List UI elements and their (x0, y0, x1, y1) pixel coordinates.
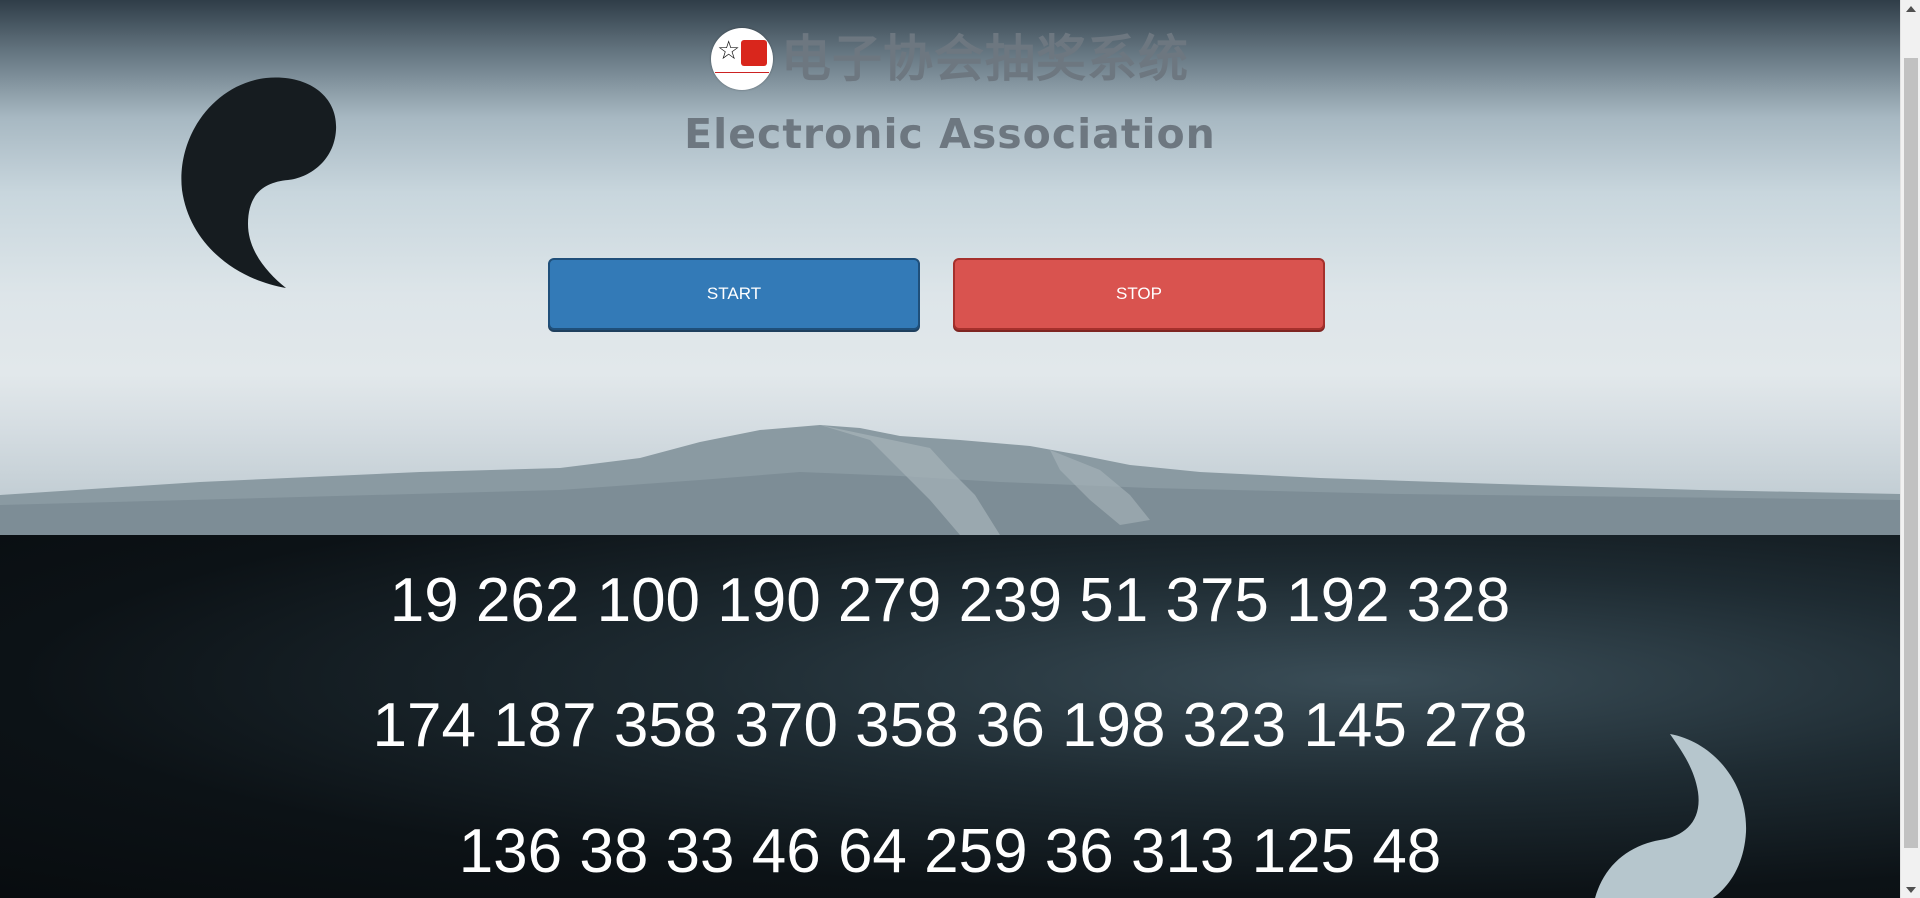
header: ☆ 电子协会抽奖系统 Electronic Association (0, 28, 1900, 158)
start-button[interactable]: START (548, 258, 920, 330)
vertical-scrollbar[interactable] (1900, 0, 1920, 898)
title-row: ☆ 电子协会抽奖系统 (0, 28, 1900, 90)
association-logo: ☆ (711, 28, 773, 90)
number-row-2: 174 187 358 370 358 36 198 323 145 278 (372, 691, 1528, 760)
scrollbar-thumb[interactable] (1904, 58, 1918, 848)
page-viewport: ☆ 电子协会抽奖系统 Electronic Association START … (0, 0, 1900, 898)
logo-lettering (715, 72, 769, 77)
scroll-up-arrow-icon[interactable] (1901, 0, 1920, 17)
star-icon: ☆ (717, 36, 741, 66)
page-title: 电子协会抽奖系统 (781, 30, 1189, 88)
number-row-1: 19 262 100 190 279 239 51 375 192 328 (389, 566, 1511, 635)
logo-seal (741, 40, 767, 66)
scroll-down-arrow-icon[interactable] (1901, 881, 1920, 898)
page-subtitle: Electronic Association (684, 110, 1216, 158)
number-row-3: 136 38 33 46 64 259 36 313 125 48 (458, 817, 1442, 886)
lottery-page: ☆ 电子协会抽奖系统 Electronic Association START … (0, 0, 1920, 898)
stop-button[interactable]: STOP (953, 258, 1325, 330)
